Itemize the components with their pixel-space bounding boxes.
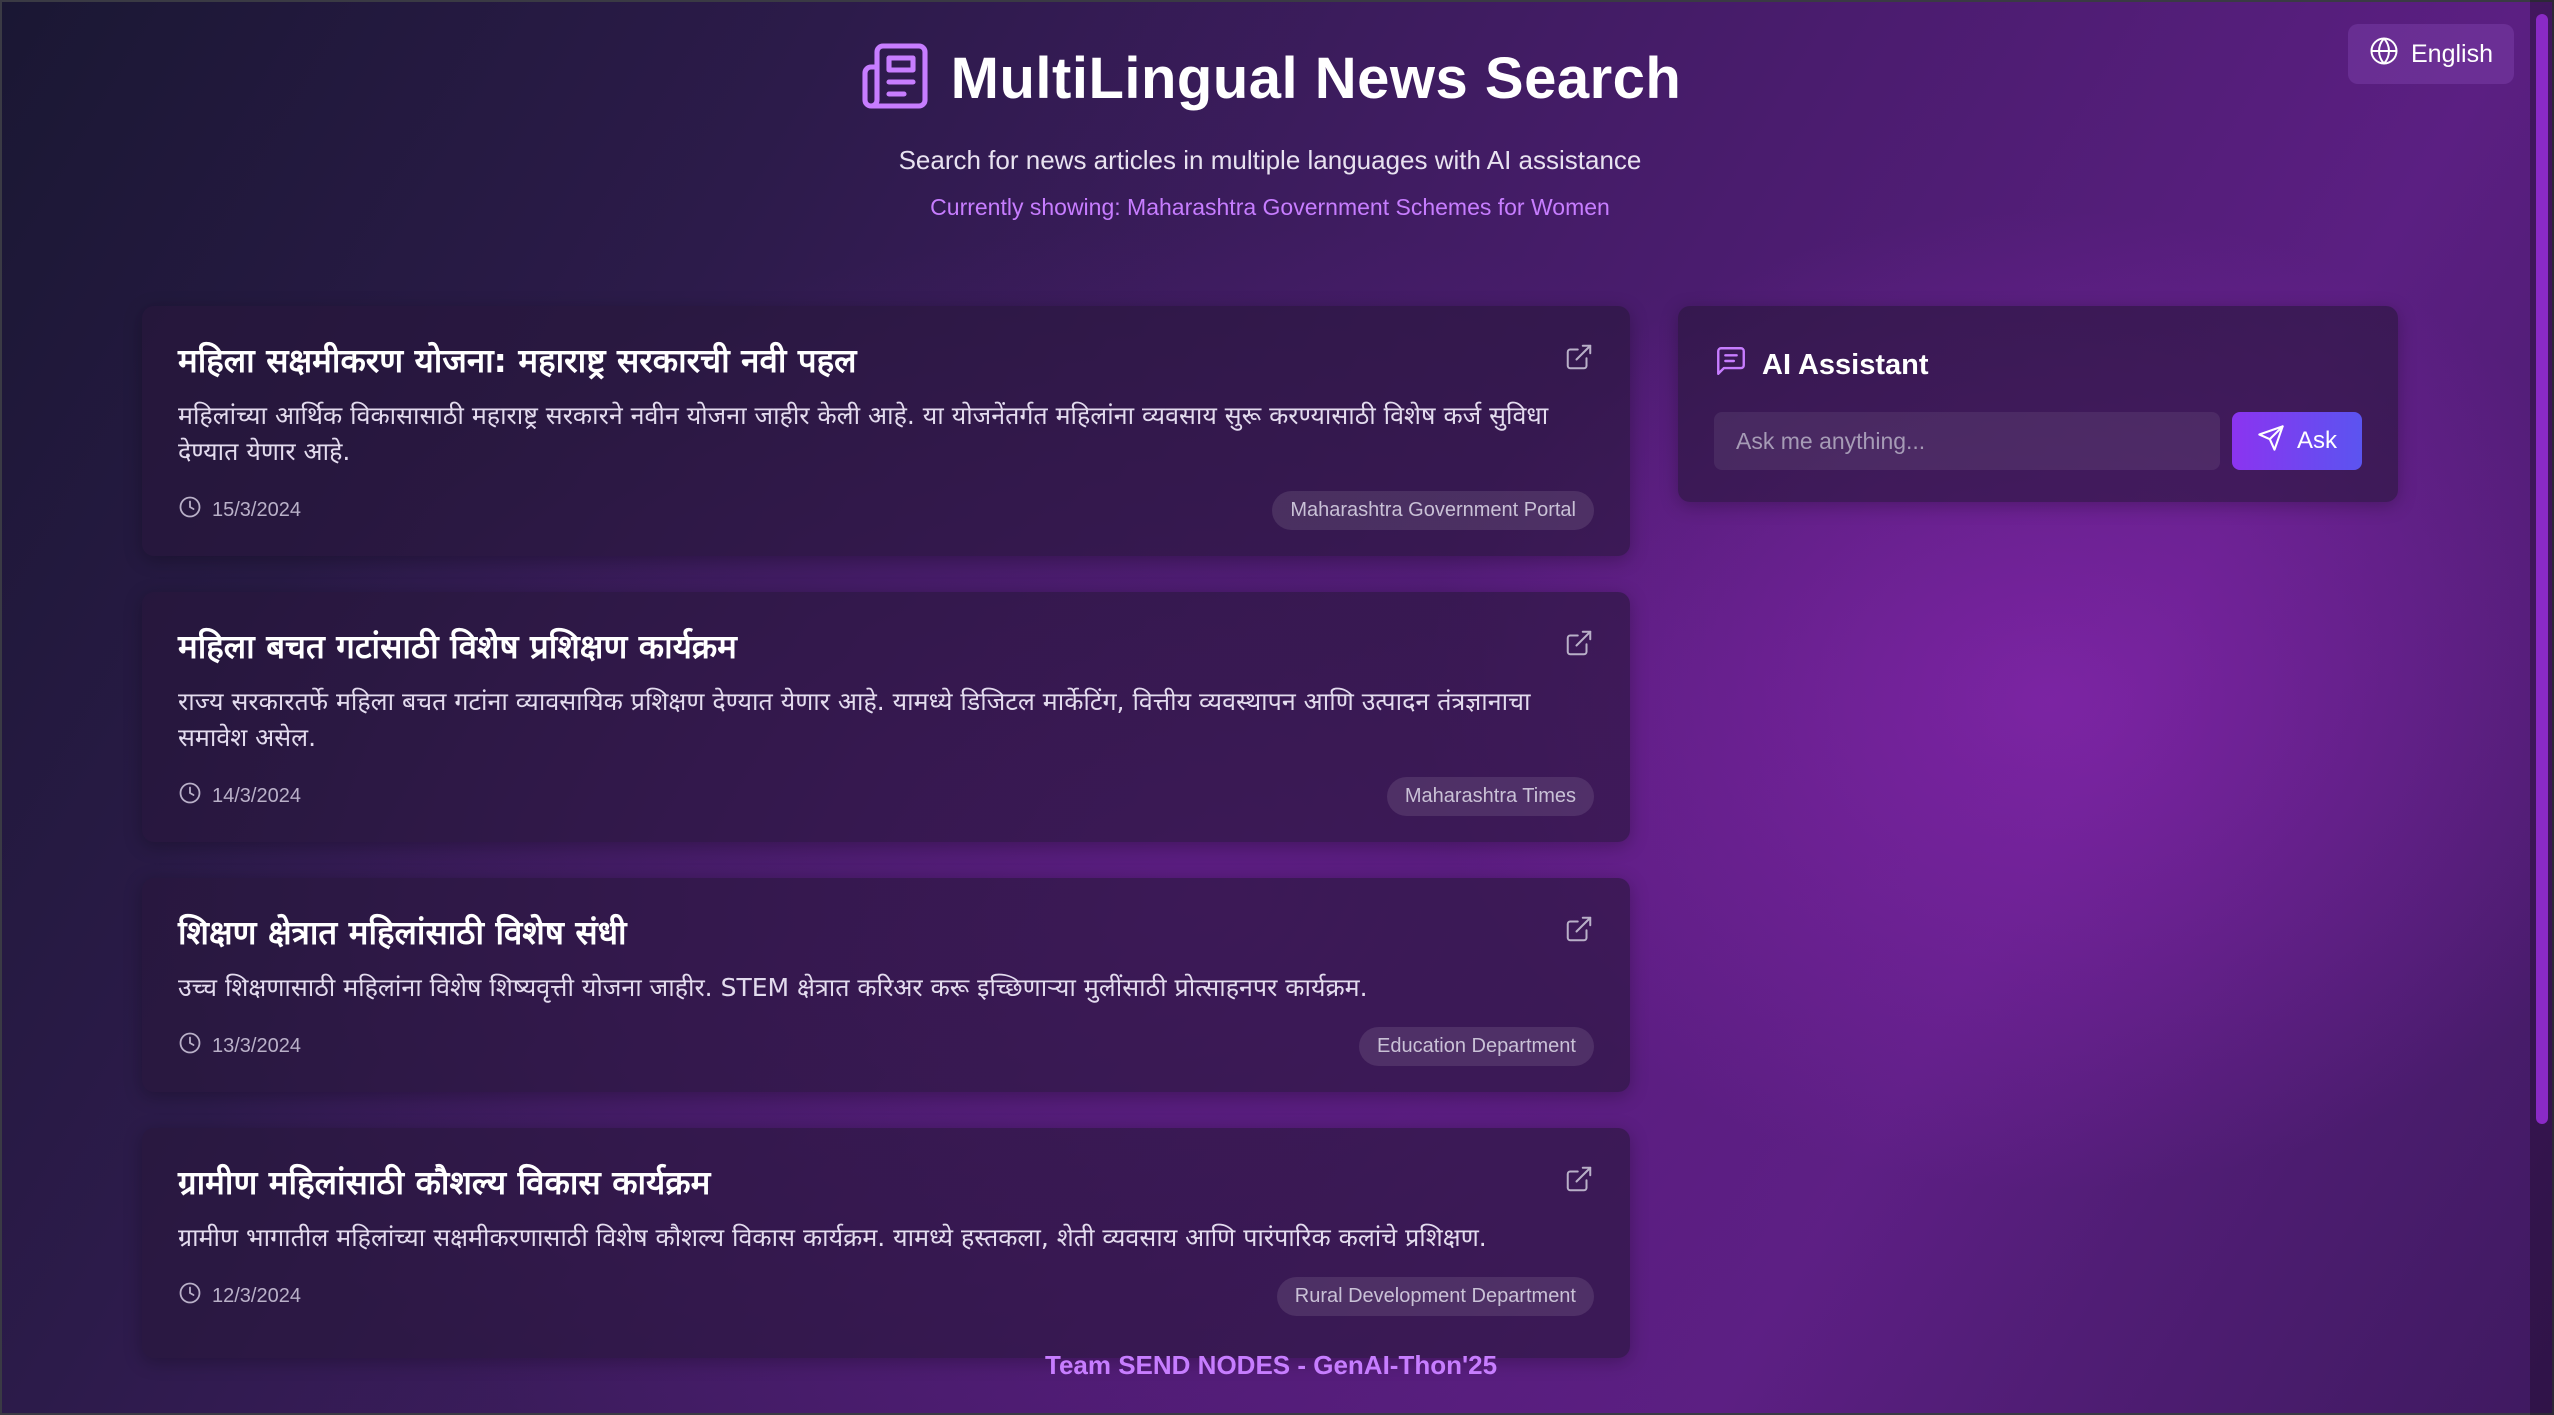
article-card[interactable]: महिला सक्षमीकरण योजना: महाराष्ट्र सरकारच… <box>142 306 1630 556</box>
ai-assistant-panel: AI Assistant Ask <box>1678 306 2398 502</box>
article-summary: राज्य सरकारतर्फे महिला बचत गटांना व्यावस… <box>178 687 1531 752</box>
external-link-icon[interactable] <box>1564 914 1594 944</box>
article-title[interactable]: महिला बचत गटांसाठी विशेष प्रशिक्षण कार्य… <box>178 622 1594 672</box>
article-title[interactable]: ग्रामीण महिलांसाठी कौशल्य विकास कार्यक्र… <box>178 1158 1594 1208</box>
source-badge: Education Department <box>1358 1026 1594 1066</box>
article-list: महिला सक्षमीकरण योजना: महाराष्ट्र सरकारच… <box>142 306 1630 1358</box>
scrollbar[interactable] <box>2530 0 2554 1415</box>
article-summary: उच्च शिक्षणासाठी महिलांना विशेष शिष्यवृत… <box>178 973 1368 1002</box>
team-credit: Team SEND NODES - GenAI-Thon'25 <box>1045 1350 1498 1380</box>
clock-icon <box>178 495 202 525</box>
current-topic: Currently showing: Maharashtra Governmen… <box>930 194 1610 220</box>
page-subtitle: Search for news articles in multiple lan… <box>898 145 1642 175</box>
clock-icon <box>178 1031 202 1061</box>
article-summary: ग्रामीण भागातील महिलांच्या सक्षमीकरणासाठ… <box>178 1223 1487 1252</box>
clock-icon <box>178 1281 202 1311</box>
chat-icon <box>1714 344 1748 386</box>
ask-button[interactable]: Ask <box>2232 412 2362 470</box>
article-date-text: 13/3/2024 <box>212 1034 301 1057</box>
article-date: 13/3/2024 <box>178 1031 301 1061</box>
article-date-text: 12/3/2024 <box>212 1284 301 1307</box>
article-date-text: 14/3/2024 <box>212 784 301 807</box>
external-link-icon[interactable] <box>1564 342 1594 372</box>
source-badge: Rural Development Department <box>1276 1276 1594 1316</box>
article-date: 14/3/2024 <box>178 781 301 811</box>
article-card[interactable]: ग्रामीण महिलांसाठी कौशल्य विकास कार्यक्र… <box>142 1128 1630 1358</box>
external-link-icon[interactable] <box>1564 1164 1594 1194</box>
article-date: 15/3/2024 <box>178 495 301 525</box>
article-title[interactable]: शिक्षण क्षेत्रात महिलांसाठी विशेष संधी <box>178 908 1594 958</box>
page-header: MultiLingual News Search Search for news… <box>0 40 2540 221</box>
article-card[interactable]: शिक्षण क्षेत्रात महिलांसाठी विशेष संधी उ… <box>142 878 1630 1092</box>
page-title: MultiLingual News Search <box>950 46 1682 111</box>
source-badge: Maharashtra Government Portal <box>1272 490 1594 530</box>
article-summary: महिलांच्या आर्थिक विकासासाठी महाराष्ट्र … <box>178 401 1549 466</box>
source-badge: Maharashtra Times <box>1386 776 1594 816</box>
article-date-text: 15/3/2024 <box>212 498 301 521</box>
send-icon <box>2257 424 2285 459</box>
newspaper-icon <box>859 40 931 117</box>
ask-button-label: Ask <box>2296 427 2337 454</box>
scrollbar-thumb[interactable] <box>2536 14 2548 1124</box>
assistant-title: AI Assistant <box>1762 348 1929 381</box>
external-link-icon[interactable] <box>1564 628 1594 658</box>
assistant-input[interactable] <box>1714 412 2220 470</box>
article-date: 12/3/2024 <box>178 1281 301 1311</box>
article-card[interactable]: महिला बचत गटांसाठी विशेष प्रशिक्षण कार्य… <box>142 592 1630 842</box>
clock-icon <box>178 781 202 811</box>
article-title[interactable]: महिला सक्षमीकरण योजना: महाराष्ट्र सरकारच… <box>178 336 1594 386</box>
